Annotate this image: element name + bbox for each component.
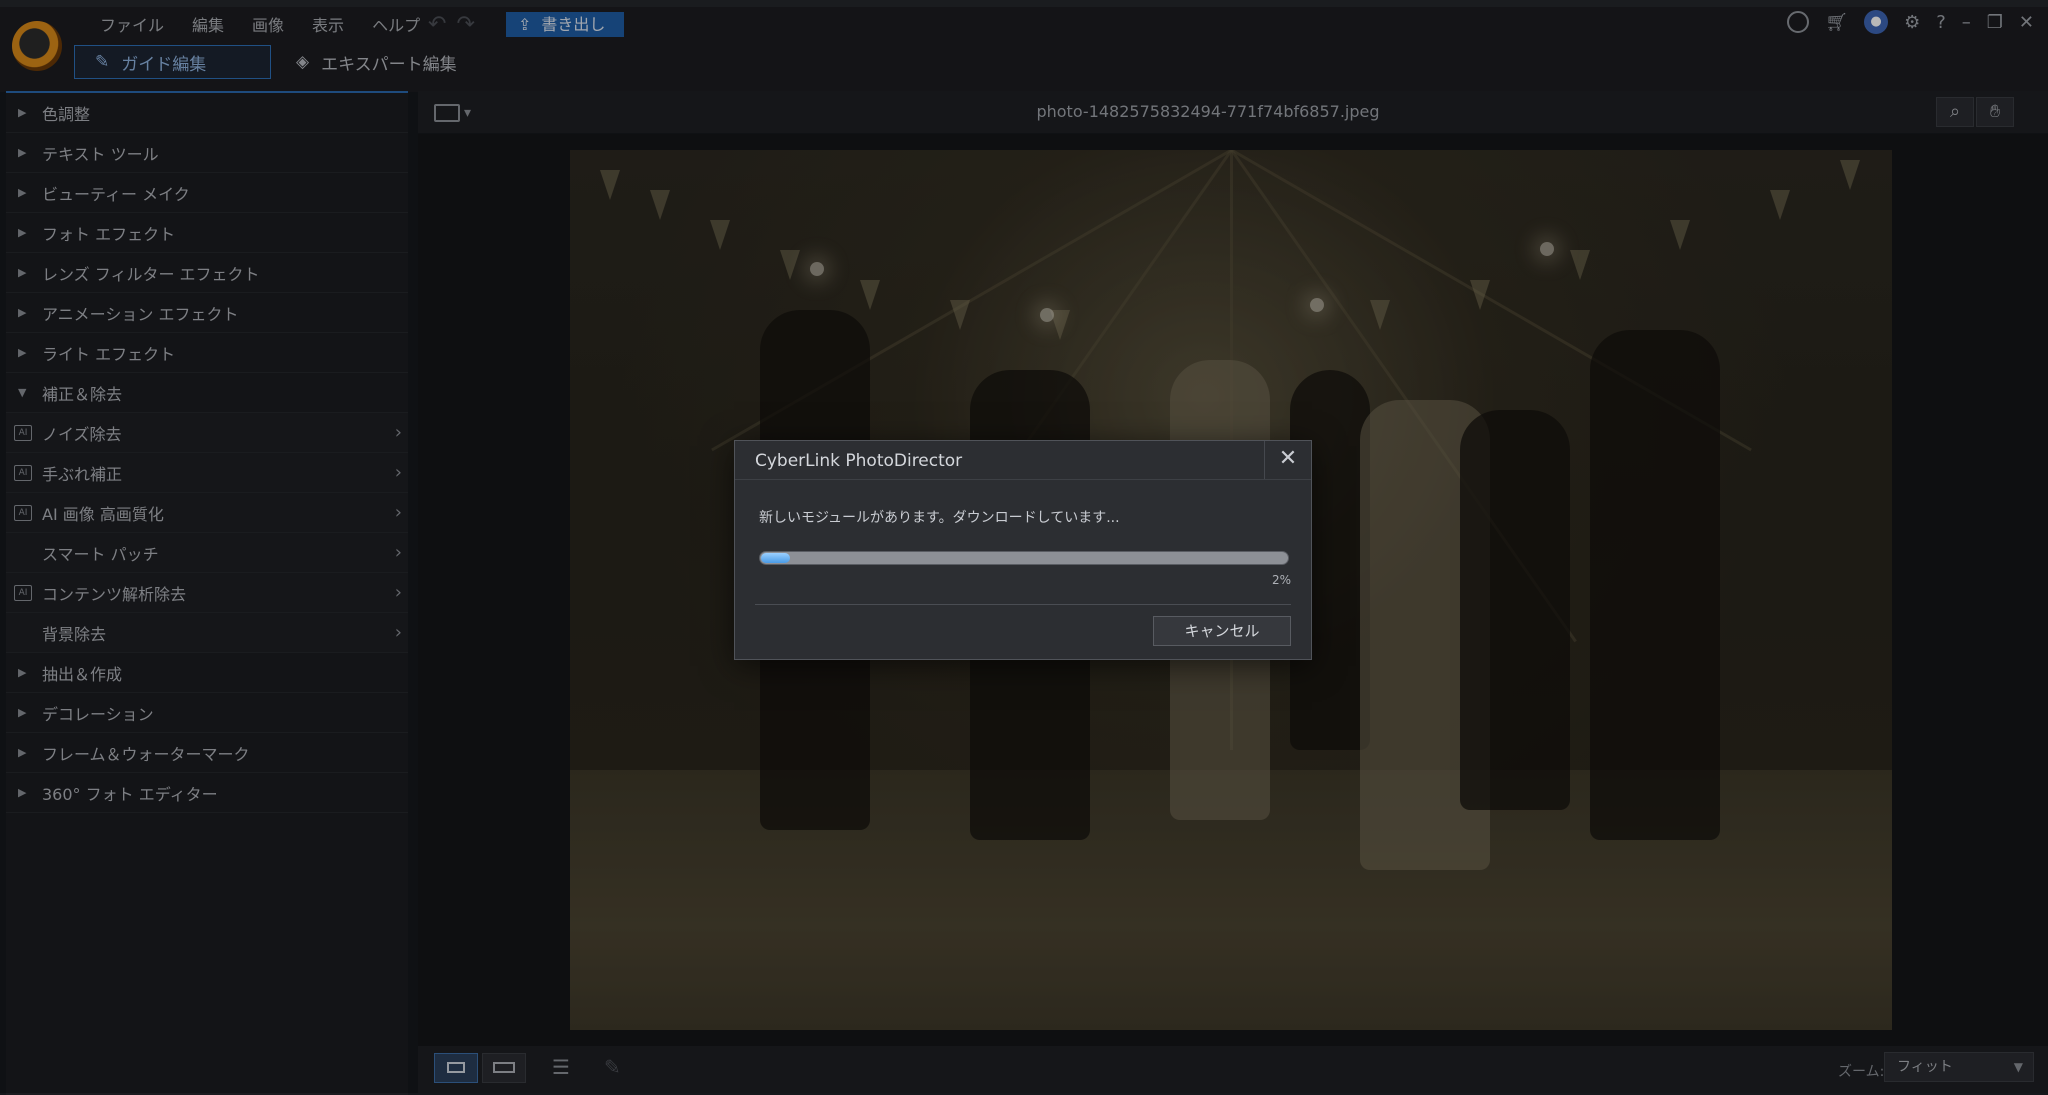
download-dialog: CyberLink PhotoDirector ✕ 新しいモジュールがあります。… [734,440,1312,660]
divider [735,479,1311,480]
dialog-message: 新しいモジュールがあります。ダウンロードしています... [759,510,1120,526]
divider [755,604,1291,605]
progress-fill [761,553,790,563]
cancel-button[interactable]: キャンセル [1153,616,1291,646]
close-icon[interactable]: ✕ [1264,441,1311,479]
dialog-title: CyberLink PhotoDirector [755,451,963,471]
progress-percent: 2% [1271,573,1291,587]
progress-bar [759,551,1289,565]
